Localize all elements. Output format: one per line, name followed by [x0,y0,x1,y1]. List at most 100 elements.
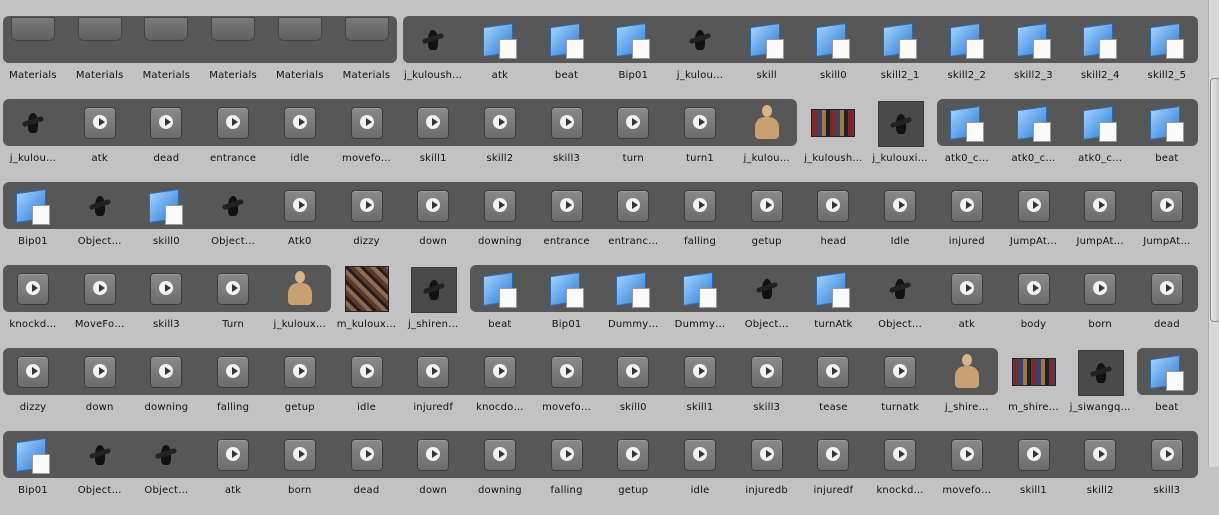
asset-item[interactable]: skill2_5 [1134,18,1200,100]
asset-thumbnail[interactable] [1012,184,1056,228]
asset-item[interactable]: injuredf [800,433,866,515]
asset-item[interactable]: Turn [200,267,266,349]
asset-item[interactable]: Object… [734,267,800,349]
asset-item[interactable]: idle [267,101,333,183]
asset-item[interactable]: idle [667,433,733,515]
asset-item[interactable]: Bip01 [0,184,66,266]
asset-item[interactable]: j_siwangq… [1067,350,1133,432]
asset-item[interactable]: j_kuloush… [800,101,866,183]
asset-thumbnail[interactable] [411,433,455,477]
asset-thumbnail[interactable] [345,350,389,394]
asset-thumbnail[interactable] [745,101,789,145]
asset-thumbnail[interactable] [1012,18,1056,62]
asset-thumbnail[interactable] [211,267,255,311]
asset-item[interactable]: Object… [200,184,266,266]
asset-thumbnail[interactable] [411,184,455,228]
asset-item[interactable]: beat [1134,350,1200,432]
asset-item[interactable]: skill2 [1067,433,1133,515]
asset-thumbnail[interactable] [611,433,655,477]
asset-item[interactable]: skill [734,18,800,100]
asset-thumbnail[interactable] [478,350,522,394]
asset-item[interactable]: injuredf [400,350,466,432]
asset-item[interactable]: skill0 [600,350,666,432]
asset-thumbnail[interactable] [278,350,322,394]
asset-thumbnail[interactable] [545,18,589,62]
asset-item[interactable]: skill2_1 [867,18,933,100]
asset-item[interactable]: atk [67,101,133,183]
asset-item[interactable]: atk0_c… [1067,101,1133,183]
asset-thumbnail[interactable] [878,433,922,477]
asset-item[interactable]: head [800,184,866,266]
asset-thumbnail[interactable] [745,433,789,477]
asset-thumbnail[interactable] [545,184,589,228]
asset-item[interactable]: falling [667,184,733,266]
asset-item[interactable]: Bip01 [534,267,600,349]
asset-item[interactable]: Materials [133,17,199,100]
asset-item[interactable]: JumpAt… [1067,184,1133,266]
asset-thumbnail[interactable] [278,101,322,145]
asset-item[interactable]: Object… [67,184,133,266]
asset-item[interactable]: turn1 [667,101,733,183]
asset-item[interactable]: knockd… [867,433,933,515]
asset-item[interactable]: Object… [133,433,199,515]
asset-thumbnail[interactable] [344,17,389,62]
asset-item[interactable]: skill2 [467,101,533,183]
asset-thumbnail[interactable] [811,267,855,311]
asset-thumbnail[interactable] [1145,184,1189,228]
asset-thumbnail[interactable] [811,184,855,228]
asset-item[interactable]: skill2_3 [1001,18,1067,100]
asset-thumbnail[interactable] [545,267,589,311]
asset-item[interactable]: Materials [67,17,133,100]
asset-thumbnail[interactable] [878,350,922,394]
asset-thumbnail[interactable] [811,101,856,145]
asset-thumbnail[interactable] [678,350,722,394]
asset-thumbnail[interactable] [945,101,989,145]
asset-thumbnail[interactable] [745,18,789,62]
asset-item[interactable]: knockd… [0,267,66,349]
asset-item[interactable]: injuredb [734,433,800,515]
asset-thumbnail[interactable] [878,184,922,228]
asset-item[interactable]: j_kuloush… [400,18,466,100]
asset-item[interactable]: j_shire… [934,350,1000,432]
asset-thumbnail[interactable] [11,350,55,394]
asset-item[interactable]: atk0_c… [934,101,1000,183]
asset-thumbnail[interactable] [1012,267,1056,311]
asset-thumbnail[interactable] [78,184,122,228]
asset-item[interactable]: turnAtk [800,267,866,349]
asset-thumbnail[interactable] [411,18,455,62]
asset-item[interactable]: entrance [200,101,266,183]
asset-item[interactable]: Materials [334,17,400,100]
asset-thumbnail[interactable] [545,433,589,477]
asset-thumbnail[interactable] [945,18,989,62]
asset-thumbnail[interactable] [211,433,255,477]
asset-thumbnail[interactable] [1145,267,1189,311]
asset-thumbnail[interactable] [1011,350,1056,394]
asset-item[interactable]: injured [934,184,1000,266]
asset-item[interactable]: entrance [534,184,600,266]
asset-thumbnail[interactable] [678,433,722,477]
asset-item[interactable]: Dummy… [667,267,733,349]
asset-thumbnail[interactable] [611,350,655,394]
asset-thumbnail[interactable] [211,184,255,228]
asset-thumbnail[interactable] [945,267,989,311]
asset-item[interactable]: dizzy [0,350,66,432]
asset-thumbnail[interactable] [345,184,389,228]
asset-thumbnail[interactable] [144,17,189,62]
asset-thumbnail[interactable] [11,101,55,145]
asset-item[interactable]: skill2_4 [1067,18,1133,100]
asset-item[interactable]: born [267,433,333,515]
asset-item[interactable]: falling [200,350,266,432]
asset-item[interactable]: Object… [867,267,933,349]
asset-item[interactable]: born [1067,267,1133,349]
asset-item[interactable]: j_kulou… [0,101,66,183]
asset-thumbnail[interactable] [678,267,722,311]
asset-thumbnail[interactable] [678,184,722,228]
asset-thumbnail[interactable] [411,350,455,394]
asset-item[interactable]: falling [534,433,600,515]
asset-thumbnail[interactable] [611,267,655,311]
asset-item[interactable]: Dummy… [600,267,666,349]
asset-item[interactable]: skill2_2 [934,18,1000,100]
asset-item[interactable]: Materials [267,17,333,100]
asset-item[interactable]: down [400,433,466,515]
asset-item[interactable]: Materials [200,17,266,100]
